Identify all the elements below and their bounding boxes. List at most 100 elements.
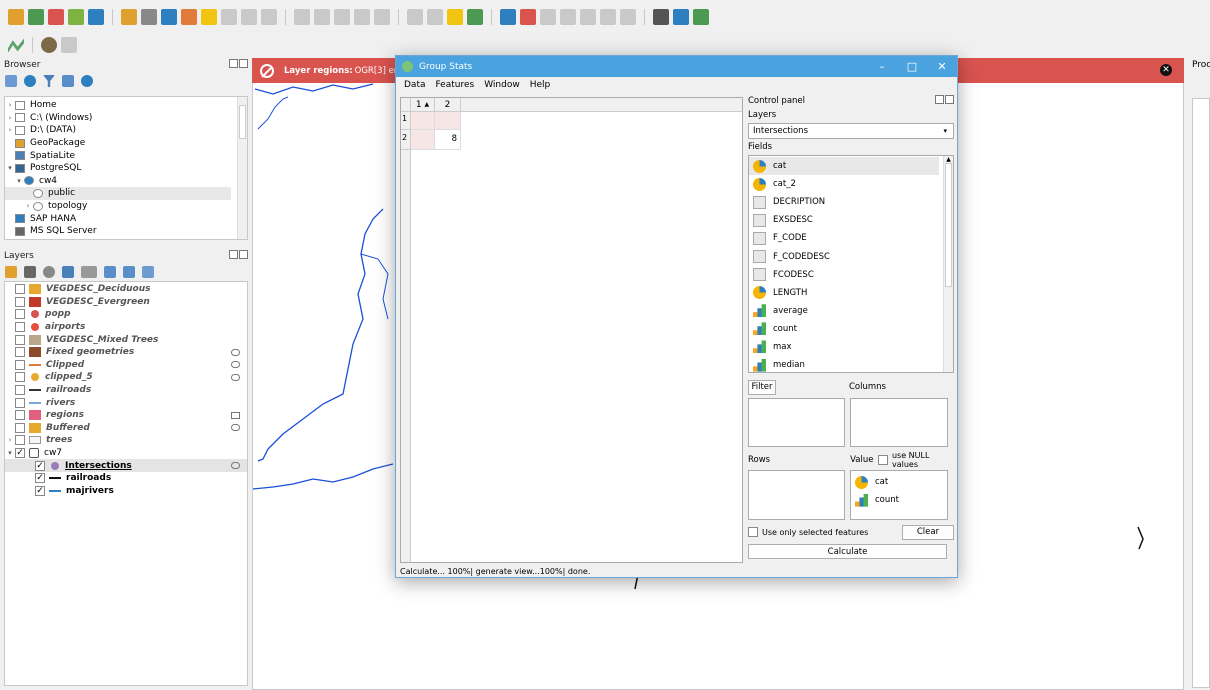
close-icon[interactable] [239, 59, 248, 68]
rotate-icon[interactable] [314, 8, 330, 25]
menu-window[interactable]: Window [484, 80, 520, 90]
close-icon[interactable] [945, 95, 954, 104]
move-icon[interactable] [241, 8, 257, 25]
simplify-icon[interactable] [334, 8, 350, 25]
collapse-all-icon[interactable] [142, 266, 154, 278]
browser-item[interactable]: Oracle [5, 238, 231, 240]
embedded-indicator-icon[interactable] [231, 373, 240, 381]
embedded-indicator-icon[interactable] [231, 361, 240, 369]
layer-item[interactable]: ✓ railroads [5, 472, 247, 485]
identify-icon[interactable] [41, 37, 57, 53]
close-error-icon[interactable]: ✕ [1160, 64, 1172, 76]
reshape-icon[interactable] [407, 8, 423, 25]
value-box[interactable]: cat count [850, 470, 948, 520]
filter-box[interactable] [748, 398, 845, 447]
browser-item[interactable]: › C:\ (Windows) [5, 112, 231, 125]
layer-visibility-checkbox[interactable]: ✓ [35, 485, 45, 496]
menu-features[interactable]: Features [436, 80, 475, 90]
browser-item[interactable]: › topology [5, 200, 231, 213]
field-item[interactable]: average [749, 302, 939, 320]
expand-arrow-icon[interactable]: › [5, 114, 15, 122]
rows-box[interactable] [748, 470, 845, 520]
collapse-icon[interactable] [62, 75, 74, 87]
menu-data[interactable]: Data [404, 80, 426, 90]
layer-item[interactable]: popp [5, 308, 247, 321]
field-item[interactable]: FCODESC [749, 266, 939, 284]
field-item[interactable]: F_CODE [749, 229, 939, 247]
menu-help[interactable]: Help [530, 80, 551, 90]
edit-icon[interactable] [88, 8, 104, 25]
digitize-icon[interactable] [68, 8, 84, 25]
layer-item[interactable]: airports [5, 321, 247, 334]
undo-icon[interactable] [201, 8, 217, 25]
highlight-icon[interactable] [620, 8, 636, 25]
layer-item[interactable]: ✓ Intersections [5, 459, 247, 472]
layer-visibility-checkbox[interactable] [15, 334, 25, 345]
browser-item[interactable]: MS SQL Server [5, 225, 231, 238]
delete-icon[interactable] [181, 8, 197, 25]
embedded-indicator-icon[interactable] [231, 424, 240, 432]
layer-item[interactable]: ▾ ✓ cw7 [5, 447, 247, 460]
layer-visibility-checkbox[interactable] [15, 296, 25, 307]
pin-icon[interactable] [580, 8, 596, 25]
add-group-icon[interactable] [24, 266, 36, 278]
browser-item[interactable]: › Home [5, 99, 231, 112]
float-icon[interactable] [935, 95, 944, 104]
expand-arrow-icon[interactable]: › [5, 436, 15, 444]
layer-item[interactable]: ✓ majrivers [5, 485, 247, 498]
browser-scrollbar[interactable] [237, 97, 247, 239]
minimize-button[interactable]: – [867, 60, 897, 73]
field-item[interactable]: F_CODEDESC [749, 247, 939, 265]
expand-arrow-icon[interactable]: ▾ [5, 449, 15, 457]
merge-icon[interactable] [374, 8, 390, 25]
remove-layer-icon[interactable] [104, 266, 116, 278]
open-project-icon[interactable] [8, 8, 24, 25]
field-item[interactable]: count [749, 320, 939, 338]
layer-visibility-checkbox[interactable] [15, 397, 25, 408]
unpin-icon[interactable] [600, 8, 616, 25]
visibility-icon[interactable] [43, 266, 55, 278]
layer-visibility-checkbox[interactable] [15, 359, 25, 370]
layer-item[interactable]: › trees [5, 434, 247, 447]
toggle-edit-icon[interactable] [121, 8, 137, 25]
layer-visibility-checkbox[interactable] [15, 322, 25, 333]
value-item[interactable]: count [851, 491, 947, 509]
browser-item[interactable]: public [5, 187, 231, 200]
close-icon[interactable] [239, 250, 248, 259]
label-change-icon[interactable] [540, 8, 556, 25]
python-icon[interactable] [673, 8, 689, 25]
layer-item[interactable]: VEGDESC_Evergreen [5, 296, 247, 309]
layer-item[interactable]: rivers [5, 396, 247, 409]
attribute-icon[interactable] [61, 37, 77, 53]
browser-item[interactable]: SAP HANA [5, 212, 231, 225]
row-header-1[interactable]: 1 [401, 112, 411, 130]
copy-icon[interactable] [261, 8, 277, 25]
browser-item[interactable]: SpatiaLite [5, 149, 231, 162]
layer-visibility-checkbox[interactable] [15, 284, 25, 295]
value-item[interactable]: cat [851, 473, 947, 491]
table-cell[interactable] [435, 112, 461, 130]
layer-visibility-checkbox[interactable] [15, 309, 25, 320]
field-item[interactable]: EXSDESC [749, 211, 939, 229]
coordinate-icon[interactable] [653, 8, 669, 25]
layer-visibility-checkbox[interactable] [15, 435, 25, 446]
refresh-icon[interactable] [24, 75, 36, 87]
browser-item[interactable]: › D:\ (DATA) [5, 124, 231, 137]
paste-icon[interactable] [294, 8, 310, 25]
maximize-button[interactable]: □ [897, 60, 927, 73]
use-selected-checkbox[interactable] [748, 527, 758, 537]
filter-icon[interactable] [43, 75, 55, 87]
expand-arrow-icon[interactable]: › [5, 101, 15, 109]
browser-item[interactable]: GeoPackage [5, 137, 231, 150]
layer-item[interactable]: Clipped [5, 359, 247, 372]
table-cell[interactable] [411, 112, 435, 130]
field-item[interactable]: median [749, 356, 939, 372]
save-edits-icon[interactable] [141, 8, 157, 25]
layer-item[interactable]: Buffered [5, 422, 247, 435]
columns-box[interactable] [850, 398, 948, 447]
layer-item[interactable]: VEGDESC_Deciduous [5, 283, 247, 296]
label-icon[interactable] [447, 8, 463, 25]
label-move-icon[interactable] [500, 8, 516, 25]
digitize-icon[interactable] [8, 38, 24, 53]
browser-item[interactable]: ▾ PostgreSQL [5, 162, 231, 175]
